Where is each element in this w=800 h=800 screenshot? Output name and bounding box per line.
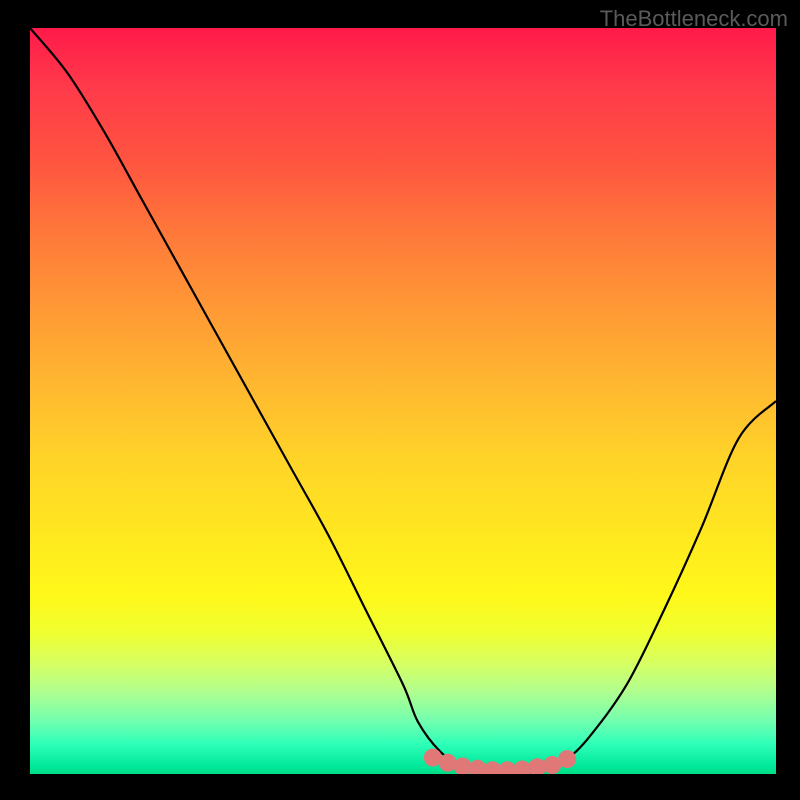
marker-dot (454, 758, 472, 774)
marker-dot (558, 750, 576, 768)
curve-layer (30, 28, 776, 774)
watermark-text: TheBottleneck.com (600, 6, 788, 32)
plot-area (30, 28, 776, 774)
curve-path (30, 28, 776, 774)
marker-dots (424, 749, 576, 774)
